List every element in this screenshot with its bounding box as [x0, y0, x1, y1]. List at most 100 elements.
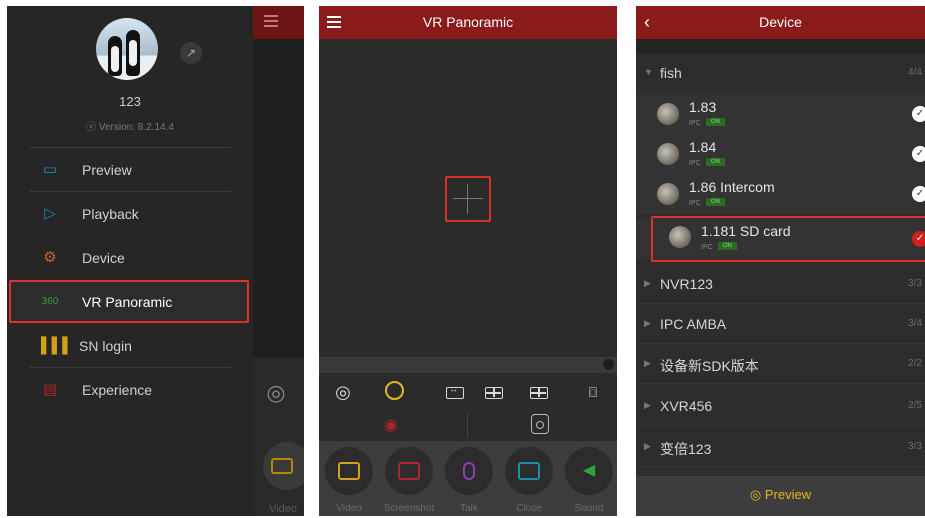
video-button[interactable] — [325, 447, 373, 495]
collapsed-arrow-icon: ▶ — [644, 441, 651, 451]
group-count: 2/5 — [908, 400, 922, 411]
group-name: XVR456 — [660, 398, 713, 414]
avatar[interactable] — [96, 18, 158, 80]
screenshot-button[interactable] — [385, 447, 433, 495]
background-header — [253, 6, 304, 39]
device-name: 1.86 Intercom — [689, 179, 775, 195]
spacer — [636, 39, 925, 53]
menu-item-device[interactable]: ⚙ Device — [7, 236, 253, 280]
fisheye-mode-icon[interactable]: ◎ — [333, 382, 353, 402]
group-count: 3/4 — [908, 318, 922, 329]
group-row-fish[interactable]: ▼ fish 4/4 — [636, 53, 925, 93]
page-title: VR Panoramic — [422, 14, 514, 30]
collapsed-arrow-icon: ▶ — [644, 278, 651, 288]
group-name: 设备新SDK版本 — [660, 358, 759, 374]
fisheye-mode-icon: ◎ — [266, 380, 286, 405]
bear-icon[interactable]: ◉ — [381, 415, 401, 434]
device-thumbnail — [657, 183, 679, 205]
barcode-icon: ▌▌▌ — [41, 337, 73, 354]
speaker-mute-icon: ◀ — [582, 462, 596, 479]
header: VR Panoramic — [319, 6, 617, 39]
preview-camera-icon: ▭ — [42, 161, 58, 178]
checkbox[interactable]: ✓ — [912, 106, 925, 122]
group-row-zoom123[interactable]: ▶ 变倍123 3/3 — [636, 427, 925, 467]
cylinder-mode-icon[interactable]: ⌼ — [583, 382, 603, 402]
group-name: fish — [660, 65, 682, 81]
camera-360-icon[interactable] — [531, 414, 549, 434]
vr-panoramic-screen: VR Panoramic ◎ ↔ ⌼ ◉ ◀ Video Screenshot … — [319, 6, 617, 516]
group-row-nvr123[interactable]: ▶ NVR123 3/3 — [636, 264, 925, 304]
multi-split-icon[interactable] — [530, 387, 548, 399]
group-row-xvr456[interactable]: ▶ XVR456 2/5 — [636, 386, 925, 426]
group-count: 2/2 — [908, 358, 922, 369]
menu-item-preview[interactable]: ▭ Preview — [7, 148, 253, 192]
playback-icon: ▷ — [44, 205, 56, 222]
video-progress-strip — [319, 357, 617, 373]
group-count: 3/3 — [908, 278, 922, 289]
device-thumbnail — [657, 143, 679, 165]
device-row[interactable]: 1.83 IPC ON ✓ — [636, 94, 925, 134]
device-thumbnail — [657, 103, 679, 125]
device-type: IPC — [689, 160, 701, 167]
device-row[interactable]: 1.84 IPC ON ✓ — [636, 134, 925, 174]
collapsed-arrow-icon: ▶ — [644, 318, 651, 328]
screenshot-icon — [398, 462, 420, 480]
divider — [467, 414, 468, 438]
group-count: 3/3 — [908, 441, 922, 452]
menu-item-label: Preview — [82, 162, 132, 178]
vr-360-icon: 360 — [41, 296, 59, 307]
group-name: IPC AMBA — [660, 316, 727, 332]
share-icon[interactable]: ↗ — [180, 42, 202, 64]
group-name: 变倍123 — [660, 441, 712, 457]
highlight-box — [651, 216, 925, 262]
device-type: IPC — [689, 120, 701, 127]
side-menu-screen: ◎ Video ↗ 123 ⓥ Version: 8.2.14.4 ▭ Prev… — [7, 6, 304, 516]
display-mode-bar — [319, 373, 617, 411]
menu-item-experience[interactable]: ▤ Experience — [7, 368, 253, 412]
menu-item-label: SN login — [79, 338, 132, 354]
menu-item-playback[interactable]: ▷ Playback — [7, 192, 253, 236]
navigation-drawer: ↗ 123 ⓥ Version: 8.2.14.4 ▭ Preview ▷ Pl… — [7, 6, 253, 516]
menu-item-label: Playback — [82, 206, 139, 222]
page-title: Device — [759, 14, 802, 30]
handle-dot[interactable] — [603, 359, 614, 370]
penguin-shape — [108, 36, 122, 76]
microphone-icon — [463, 462, 475, 480]
menu-item-label: VR Panoramic — [82, 294, 173, 310]
menu-item-sn-login[interactable]: ▌▌▌ SN login — [7, 324, 253, 368]
checkbox[interactable]: ✓ — [912, 186, 925, 202]
add-device-button[interactable] — [445, 176, 491, 222]
device-row[interactable]: 1.86 Intercom IPC ON ✓ — [636, 174, 925, 214]
panorama-mode-icon[interactable]: ↔ — [446, 384, 464, 399]
sub-toolbar — [319, 411, 617, 441]
status-badge: ON — [706, 198, 725, 206]
close-button[interactable] — [505, 447, 553, 495]
username: 123 — [119, 94, 141, 109]
group-name: NVR123 — [660, 276, 713, 292]
record-video-icon — [271, 458, 293, 474]
hamburger-icon — [264, 15, 278, 27]
circle-mode-icon[interactable] — [385, 381, 404, 400]
penguin-shape — [126, 30, 140, 76]
menu-item-label: Device — [82, 250, 125, 266]
talk-button[interactable] — [445, 447, 493, 495]
quad-split-icon[interactable] — [485, 387, 503, 399]
device-name: 1.83 — [689, 99, 717, 115]
preview-button[interactable]: ◎ Preview — [636, 487, 925, 503]
version-text: Version: 8.2.14.4 — [98, 122, 174, 133]
device-screen: ‹ Device ▼ fish 4/4 1.83 IPC ON ✓ 1.84 I… — [636, 6, 925, 516]
background-video-label: Video — [269, 503, 297, 515]
status-badge: ON — [706, 118, 725, 126]
sound-label: Sound — [574, 503, 604, 514]
group-row-sdk[interactable]: ▶ 设备新SDK版本 2/2 — [636, 344, 925, 384]
expanded-arrow-icon: ▼ — [644, 67, 653, 77]
preview-label: Preview — [764, 487, 812, 502]
header: ‹ Device — [636, 6, 925, 39]
checkbox[interactable]: ✓ — [912, 146, 925, 162]
group-count: 4/4 — [908, 67, 922, 78]
group-row-ipc-amba[interactable]: ▶ IPC AMBA 3/4 — [636, 304, 925, 344]
experience-icon: ▤ — [42, 381, 58, 398]
sound-button[interactable]: ◀ — [565, 447, 613, 495]
menu-item-vr-panoramic[interactable]: 360 VR Panoramic — [7, 280, 253, 324]
record-video-icon — [338, 462, 360, 480]
